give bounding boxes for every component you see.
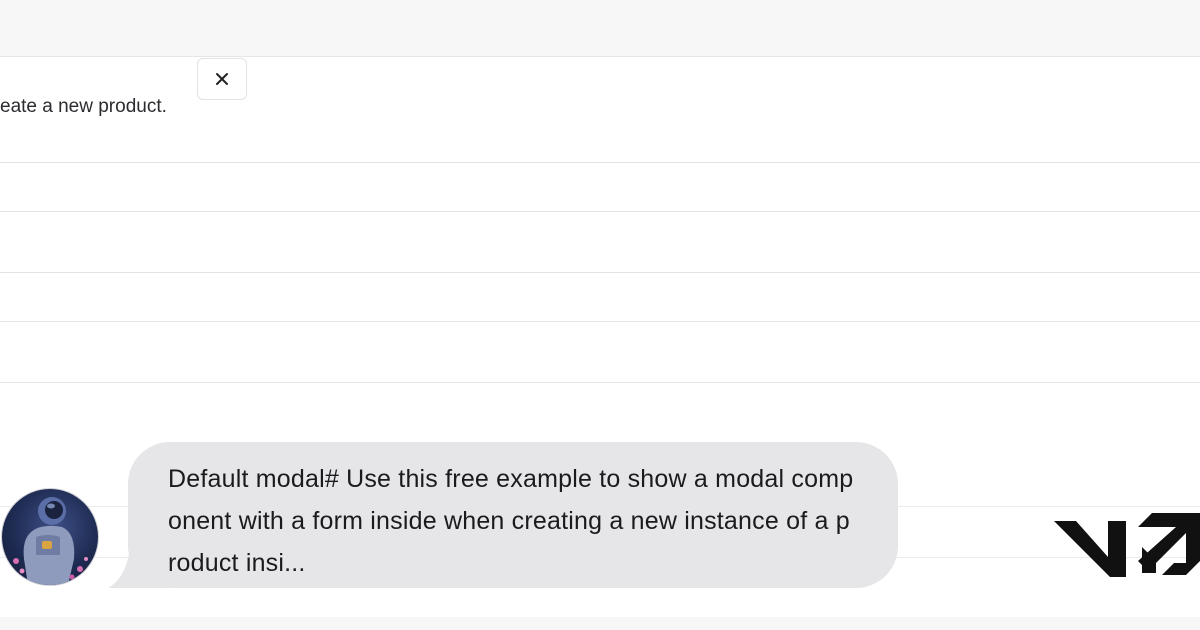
chat-message: Default modal# Use this free example to … — [168, 465, 854, 577]
avatar — [2, 489, 98, 585]
close-icon — [216, 73, 228, 85]
form-divider — [0, 382, 1200, 383]
chat-bubble: Default modal# Use this free example to … — [128, 442, 898, 588]
form-divider — [0, 162, 1200, 163]
v0-logo-icon — [1054, 513, 1200, 577]
astronaut-avatar-icon — [10, 497, 88, 585]
form-divider — [0, 211, 1200, 212]
modal-description: eate a new product. — [0, 96, 167, 117]
form-divider — [0, 272, 1200, 273]
form-divider — [0, 321, 1200, 322]
close-button[interactable] — [197, 58, 247, 100]
